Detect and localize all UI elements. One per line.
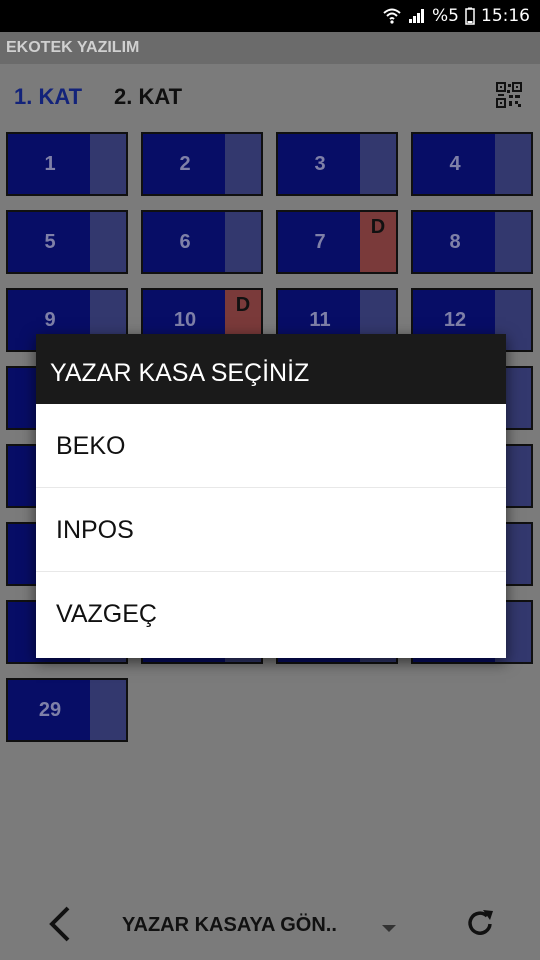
table-status-strip [90,212,126,272]
table-flag: D [235,294,251,316]
table-number: 8 [449,230,461,253]
table-cell[interactable]: 29 [6,678,128,742]
cash-register-dialog: YAZAR KASA SEÇİNİZ BEKO INPOS VAZGEÇ [36,334,506,658]
table-number: 7 [314,230,326,253]
option-inpos[interactable]: INPOS [36,488,506,572]
chevron-left-icon[interactable] [44,904,76,944]
tab-floor-1[interactable]: 1. KAT [14,84,82,110]
floor-tabs: 1. KAT 2. KAT [0,64,540,128]
table-number: 4 [449,152,461,175]
table-cell[interactable]: 7D [276,210,398,274]
clock: 15:16 [481,6,530,26]
table-status-strip [495,212,531,272]
table-cell[interactable]: 1 [6,132,128,196]
caret-down-icon[interactable] [382,925,396,932]
table-number: 29 [38,698,62,721]
bottom-bar: YAZAR KASAYA GÖN.. [0,884,540,960]
dialog-options: BEKO INPOS VAZGEÇ [36,404,506,658]
table-status-strip [360,134,396,194]
table-status-strip [225,134,261,194]
table-cell[interactable]: 8 [411,210,533,274]
send-to-register-select[interactable]: YAZAR KASAYA GÖN.. [122,914,337,937]
table-flag: D [370,216,386,238]
table-cell[interactable]: 3 [276,132,398,196]
table-cell[interactable]: 5 [6,210,128,274]
table-status-strip [90,134,126,194]
table-status-strip [225,212,261,272]
table-cell[interactable]: 4 [411,132,533,196]
refresh-icon[interactable] [462,906,498,942]
qr-code-icon[interactable] [496,82,522,108]
app-title: EKOTEK YAZILIM [0,32,540,64]
table-number: 6 [179,230,191,253]
table-cell[interactable]: 2 [141,132,263,196]
tab-floor-2[interactable]: 2. KAT [114,84,182,110]
dialog-title: YAZAR KASA SEÇİNİZ [36,334,506,404]
table-cell[interactable]: 6 [141,210,263,274]
option-cancel[interactable]: VAZGEÇ [36,572,506,656]
table-number: 5 [44,230,56,253]
battery-icon [465,7,475,25]
table-status-strip [495,134,531,194]
table-number: 1 [44,152,56,175]
status-bar: %5 15:16 [0,0,540,32]
battery-percent: %5 [432,6,459,26]
table-number: 2 [179,152,191,175]
table-status-strip [90,680,126,740]
table-number: 3 [314,152,326,175]
option-beko[interactable]: BEKO [36,404,506,488]
signal-icon [409,9,425,23]
wifi-icon [383,8,401,24]
